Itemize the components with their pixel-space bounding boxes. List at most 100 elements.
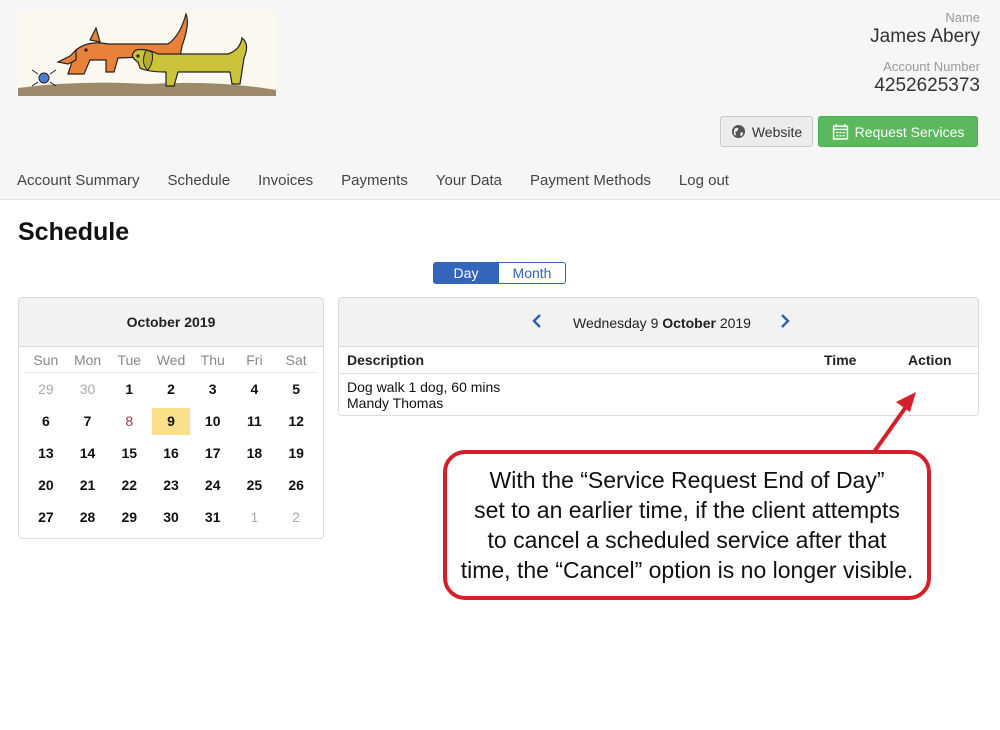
calendar-day[interactable]: 28 [67, 501, 109, 533]
nav-log-out[interactable]: Log out [679, 172, 729, 189]
nav-your-data[interactable]: Your Data [436, 172, 502, 189]
calendar-day[interactable]: 22 [108, 469, 150, 501]
nav-account-summary[interactable]: Account Summary [17, 172, 140, 189]
schedule-date: Wednesday 9 October 2019 [573, 315, 751, 331]
calendar-day-number: 4 [250, 381, 259, 397]
calendar-day-number: 10 [204, 413, 221, 429]
column-time: Time [824, 352, 857, 368]
calendar-day-number: 15 [121, 445, 138, 461]
calendar-day[interactable]: 12 [275, 405, 317, 437]
website-button[interactable]: Website [720, 116, 813, 147]
calendar-day[interactable]: 15 [108, 437, 150, 469]
calendar-day-number: 1 [125, 381, 134, 397]
calendar-day-number: 19 [288, 445, 304, 461]
day-view-button[interactable]: Day [433, 262, 499, 284]
nav-schedule[interactable]: Schedule [168, 172, 231, 189]
calendar-day[interactable]: 23 [150, 469, 192, 501]
calendar-day-number: 20 [38, 477, 54, 493]
calendar-day-number: 24 [204, 477, 221, 493]
company-logo[interactable] [18, 10, 276, 96]
calendar-month-title: October 2019 [19, 298, 323, 347]
calendar-day[interactable]: 30 [67, 373, 109, 405]
view-toggle: Day Month [433, 262, 566, 284]
calendar-day[interactable]: 17 [192, 437, 234, 469]
chevron-right-icon[interactable] [779, 313, 791, 329]
annotation-callout: With the “Service Request End of Day” se… [443, 450, 931, 600]
calendar-day-number: 6 [41, 413, 50, 429]
nav-payments[interactable]: Payments [341, 172, 408, 189]
calendar-day[interactable]: 4 [234, 373, 276, 405]
calendar-day[interactable]: 13 [25, 437, 67, 469]
main-nav: Account Summary Schedule Invoices Paymen… [17, 172, 757, 189]
nav-invoices[interactable]: Invoices [258, 172, 313, 189]
calendar-day[interactable]: 7 [67, 405, 109, 437]
weekday-header: Wed [150, 347, 192, 373]
calendar-day[interactable]: 27 [25, 501, 67, 533]
calendar-day[interactable]: 19 [275, 437, 317, 469]
callout-line: set to an earlier time, if the client at… [474, 497, 900, 523]
calendar-day[interactable]: 8 [108, 405, 150, 437]
calendar-day-number: 23 [163, 477, 179, 493]
schedule-panel: Wednesday 9 October 2019 Description Tim… [338, 297, 979, 416]
calendar-day[interactable]: 1 [108, 373, 150, 405]
calendar-day[interactable]: 18 [234, 437, 276, 469]
callout-line: to cancel a scheduled service after that [487, 527, 887, 553]
header: Name James Abery Account Number 42526253… [0, 0, 1000, 200]
calendar-day[interactable]: 1 [234, 501, 276, 533]
service-description: Dog walk 1 dog, 60 mins [347, 379, 501, 395]
calendar-day[interactable]: 21 [67, 469, 109, 501]
chevron-left-icon[interactable] [531, 313, 543, 329]
calendar-day-number: 30 [79, 381, 96, 397]
calendar-day-number: 9 [151, 407, 190, 435]
calendar-day-number: 28 [79, 509, 96, 525]
calendar-day[interactable]: 2 [275, 501, 317, 533]
calendar-day[interactable]: 29 [108, 501, 150, 533]
calendar-day[interactable]: 3 [192, 373, 234, 405]
calendar-day[interactable]: 26 [275, 469, 317, 501]
calendar-day[interactable]: 20 [25, 469, 67, 501]
account-number-label: Account Number [883, 59, 980, 74]
calendar-day-number: 7 [83, 413, 92, 429]
calendar-day[interactable]: 14 [67, 437, 109, 469]
calendar-day[interactable]: 16 [150, 437, 192, 469]
calendar-day[interactable]: 9 [150, 405, 192, 437]
nav-payment-methods[interactable]: Payment Methods [530, 172, 651, 189]
date-month: October [662, 315, 716, 331]
calendar-day[interactable]: 2 [150, 373, 192, 405]
calendar-day[interactable]: 5 [275, 373, 317, 405]
calendar-day-number: 18 [246, 445, 263, 461]
account-name: James Abery [870, 26, 980, 47]
calendar-day[interactable]: 25 [234, 469, 276, 501]
request-services-button[interactable]: Request Services [818, 116, 978, 147]
globe-icon [731, 124, 745, 139]
calendar-day[interactable]: 31 [192, 501, 234, 533]
calendar-day-number: 29 [121, 509, 138, 525]
schedule-date-header: Wednesday 9 October 2019 [339, 298, 978, 347]
service-staff: Mandy Thomas [347, 395, 444, 411]
calendar-day[interactable]: 11 [234, 405, 276, 437]
calendar-day[interactable]: 30 [150, 501, 192, 533]
date-year: 2019 [715, 315, 751, 331]
calendar-icon [832, 124, 848, 140]
schedule-columns: Description Time Action [339, 347, 978, 374]
calendar-day-number: 2 [292, 509, 301, 525]
calendar-day[interactable]: 6 [25, 405, 67, 437]
page-title: Schedule [18, 218, 130, 246]
calendar-day-number: 26 [288, 477, 304, 493]
calendar-day-number: 5 [292, 381, 301, 397]
month-view-button[interactable]: Month [499, 262, 566, 284]
request-services-label: Request Services [854, 123, 965, 140]
callout-line: With the “Service Request End of Day” [489, 467, 885, 493]
calendar-day[interactable]: 24 [192, 469, 234, 501]
calendar-day-number: 16 [163, 445, 179, 461]
calendar-day-number: 14 [79, 445, 96, 461]
calendar-day-number: 2 [167, 381, 175, 397]
calendar-day-number: 17 [204, 445, 221, 461]
date-prefix: Wednesday 9 [573, 315, 663, 331]
schedule-row[interactable]: Dog walk 1 dog, 60 mins Mandy Thomas [339, 374, 978, 416]
weekday-header: Thu [191, 347, 234, 373]
weekday-header: Sat [275, 347, 317, 373]
calendar-day[interactable]: 29 [25, 373, 67, 405]
calendar-day[interactable]: 10 [192, 405, 234, 437]
calendar-day-number: 27 [38, 509, 54, 525]
